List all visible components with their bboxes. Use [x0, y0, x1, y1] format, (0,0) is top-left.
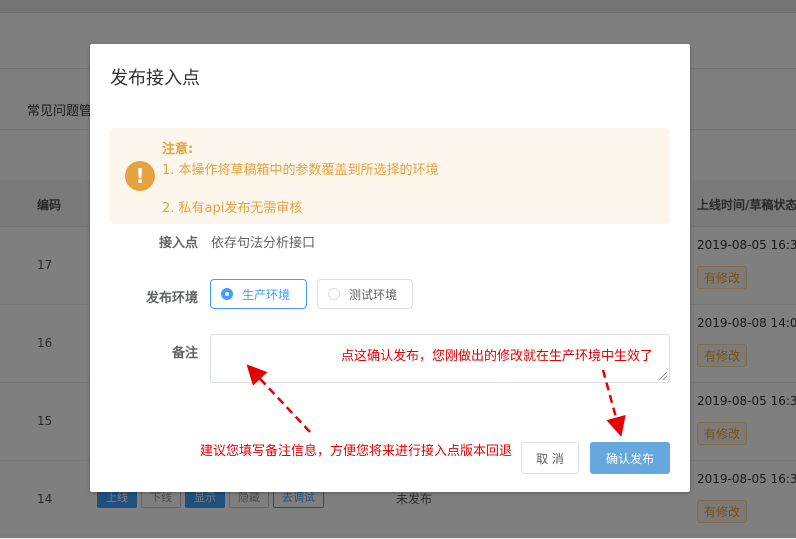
publish-dialog: 发布接入点 ! 注意: 1. 本操作将草稿箱中的参数覆盖到所选择的环境 2. 私… — [90, 44, 690, 492]
env-radio-production[interactable]: 生产环境 — [210, 279, 307, 309]
note-label: 备注 — [171, 346, 198, 361]
notice-line: 1. 本操作将草稿箱中的参数覆盖到所选择的环境 — [162, 163, 439, 178]
confirm-publish-button[interactable]: 确认发布 — [590, 442, 670, 474]
notice-title: 注意: — [162, 142, 194, 157]
notice-line: 2. 私有api发布无需审核 — [162, 201, 303, 216]
confirm-hint-annotation: 点这确认发布，您刚做出的修改就在生产环境中生效了 — [341, 349, 654, 364]
cancel-button[interactable]: 取 消 — [521, 442, 579, 474]
warning-notice: ! 注意: 1. 本操作将草稿箱中的参数覆盖到所选择的环境 2. 私有api发布… — [110, 128, 670, 224]
env-radio-test[interactable]: 测试环境 — [317, 279, 413, 309]
exclamation-icon: ! — [125, 161, 155, 191]
dialog-title: 发布接入点 — [110, 68, 200, 89]
env-radio-label: 生产环境 — [242, 287, 291, 302]
env-radio-label: 测试环境 — [349, 287, 398, 302]
resize-grip-icon[interactable] — [659, 372, 667, 380]
radio-dot-icon — [328, 288, 340, 300]
access-point-value: 依存句法分析接口 — [211, 236, 316, 251]
note-hint-annotation: 建议您填写备注信息，方便您将来进行接入点版本回退 — [200, 444, 513, 459]
env-label: 发布环境 — [145, 291, 198, 306]
radio-dot-icon — [221, 288, 233, 300]
access-point-label: 接入点 — [158, 236, 198, 251]
